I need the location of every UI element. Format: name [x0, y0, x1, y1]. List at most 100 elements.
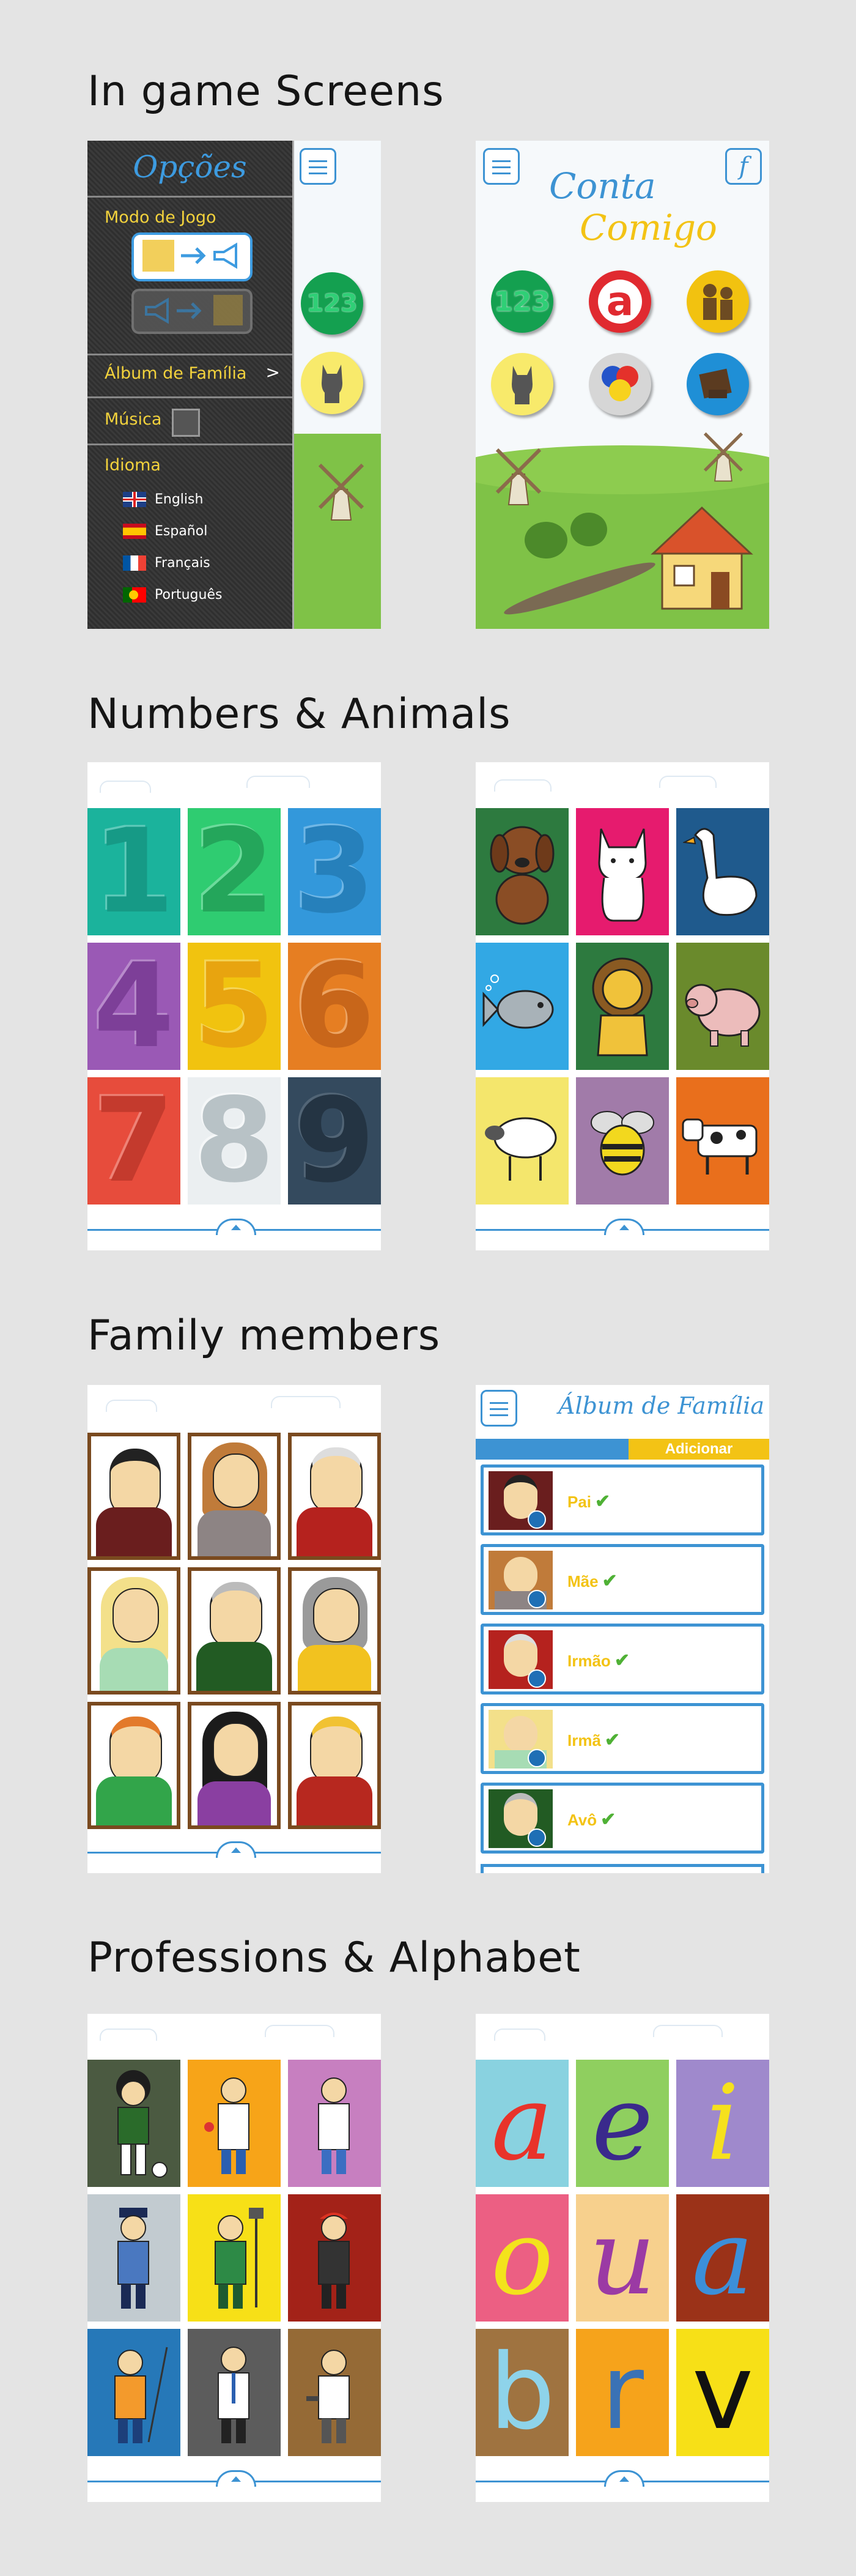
letter-tile[interactable]: e	[576, 2060, 669, 2187]
number-tile[interactable]: 6	[288, 943, 381, 1070]
animal-tile-sheep[interactable]	[476, 1077, 569, 1204]
animal-tile-cow[interactable]	[676, 1077, 769, 1204]
family-portrait-father[interactable]	[87, 1433, 180, 1560]
animal-tile-duck[interactable]	[676, 808, 769, 935]
color-dots-icon	[602, 366, 638, 401]
animal-tile-dog[interactable]	[476, 808, 569, 935]
numbers-circle[interactable]: 123	[491, 270, 553, 333]
family-portrait-grandmother[interactable]	[288, 1567, 381, 1694]
number-tile[interactable]: 4	[87, 943, 180, 1070]
person-icon	[213, 295, 243, 325]
section-title-in-game: In game Screens	[87, 67, 445, 116]
animal-tile-bee[interactable]	[576, 1077, 669, 1204]
animals-circle[interactable]	[301, 352, 363, 414]
bottom-bar	[87, 1219, 381, 1250]
letter-tile[interactable]: a	[676, 2194, 769, 2322]
language-portuguese[interactable]: Português	[123, 584, 222, 606]
bottom-bar	[476, 1219, 769, 1250]
animal-tile-cat[interactable]	[576, 808, 669, 935]
menu-button[interactable]	[481, 1390, 517, 1427]
colors-circle[interactable]	[589, 353, 651, 415]
edit-icon[interactable]	[528, 1749, 546, 1767]
album-row[interactable]: Irmão ✔	[481, 1624, 764, 1694]
letter-tile[interactable]: r	[576, 2329, 669, 2456]
menu-button[interactable]	[483, 148, 520, 185]
profession-tile-carpenter[interactable]	[288, 2329, 381, 2456]
expand-up-icon[interactable]	[604, 2470, 644, 2487]
menu-button[interactable]	[300, 148, 336, 185]
animals-screen	[476, 762, 769, 1250]
family-portrait-grandfather[interactable]	[288, 1433, 381, 1560]
portugal-flag-icon	[123, 587, 146, 603]
language-english[interactable]: English	[123, 488, 203, 510]
pharmacist-icon	[204, 2077, 249, 2174]
section-title-professions-alphabet: Professions & Alphabet	[87, 1934, 581, 1982]
profession-tile-pharmacist[interactable]	[188, 2060, 281, 2187]
home-peek: 123	[292, 141, 381, 629]
language-french[interactable]: Français	[123, 552, 210, 574]
family-portrait-aunt[interactable]	[188, 1702, 281, 1829]
edit-icon[interactable]	[528, 1828, 546, 1847]
family-portrait-sister[interactable]	[87, 1567, 180, 1694]
letters-circle[interactable]: a	[589, 270, 651, 333]
letter-tile[interactable]: a	[476, 2060, 569, 2187]
facebook-button[interactable]: f	[725, 148, 762, 185]
letter-tile[interactable]: i	[676, 2060, 769, 2187]
letter-tile[interactable]: o	[476, 2194, 569, 2322]
animals-circle[interactable]	[491, 353, 553, 415]
family-portrait-cousin[interactable]	[288, 1702, 381, 1829]
number-tile[interactable]: 7	[87, 1077, 180, 1204]
album-row[interactable]: Irmã ✔	[481, 1703, 764, 1774]
letter-tile[interactable]: b	[476, 2329, 569, 2456]
expand-up-icon[interactable]	[216, 2470, 256, 2487]
edit-icon[interactable]	[528, 1510, 546, 1529]
animal-tile-lion[interactable]	[576, 943, 669, 1070]
number-tile[interactable]: 8	[188, 1077, 281, 1204]
uk-flag-icon	[123, 491, 146, 507]
add-member-button[interactable]: Adicionar	[629, 1439, 769, 1460]
numbers-circle[interactable]: 123	[301, 272, 363, 335]
profession-tile-fisherman[interactable]	[87, 2329, 180, 2456]
animal-tile-pig[interactable]	[676, 943, 769, 1070]
edit-icon[interactable]	[528, 1669, 546, 1688]
professions-circle[interactable]	[687, 270, 749, 333]
mechanic-icon	[318, 2213, 350, 2309]
game-mode-option-2[interactable]	[131, 289, 253, 334]
family-portrait-mother[interactable]	[188, 1433, 281, 1560]
check-icon: ✔	[600, 1810, 616, 1830]
family-album-option[interactable]: Álbum de Família	[105, 364, 246, 383]
music-checkbox[interactable]	[172, 409, 200, 437]
game-mode-option-1[interactable]	[131, 232, 253, 281]
france-flag-icon	[123, 555, 146, 571]
profession-tile-mechanic[interactable]	[288, 2194, 381, 2322]
numbers-grid: 1 2 3 4 5 6 7 8 9	[87, 808, 381, 1204]
app-title-line2: Comigo	[580, 207, 717, 248]
album-circle[interactable]	[687, 353, 749, 415]
family-portrait-brother[interactable]	[87, 1702, 180, 1829]
letter-tile[interactable]: u	[576, 2194, 669, 2322]
number-tile[interactable]: 2	[188, 808, 281, 935]
letter-tile[interactable]: v	[676, 2329, 769, 2456]
edit-icon[interactable]	[528, 1590, 546, 1608]
profession-tile-businessman[interactable]	[188, 2329, 281, 2456]
cat-icon	[322, 365, 342, 403]
animal-tile-fish[interactable]	[476, 943, 569, 1070]
album-row[interactable]: Avô ✔	[481, 1783, 764, 1854]
album-row[interactable]: Pai ✔	[481, 1464, 764, 1535]
language-spanish[interactable]: Español	[123, 520, 207, 542]
expand-up-icon[interactable]	[216, 1841, 256, 1858]
album-icon	[699, 368, 732, 399]
profession-tile-policeman[interactable]	[87, 2194, 180, 2322]
expand-up-icon[interactable]	[604, 1219, 644, 1235]
expand-up-icon[interactable]	[216, 1219, 256, 1235]
number-tile[interactable]: 3	[288, 808, 381, 935]
profession-tile-doctor[interactable]	[288, 2060, 381, 2187]
profession-tile-street-cleaner[interactable]	[188, 2194, 281, 2322]
number-tile[interactable]: 1	[87, 808, 180, 935]
profession-tile-soccer-player[interactable]	[87, 2060, 180, 2187]
carpenter-icon	[306, 2350, 350, 2443]
number-tile[interactable]: 9	[288, 1077, 381, 1204]
number-tile[interactable]: 5	[188, 943, 281, 1070]
album-row[interactable]: Mãe ✔	[481, 1544, 764, 1615]
family-portrait-uncle[interactable]	[188, 1567, 281, 1694]
